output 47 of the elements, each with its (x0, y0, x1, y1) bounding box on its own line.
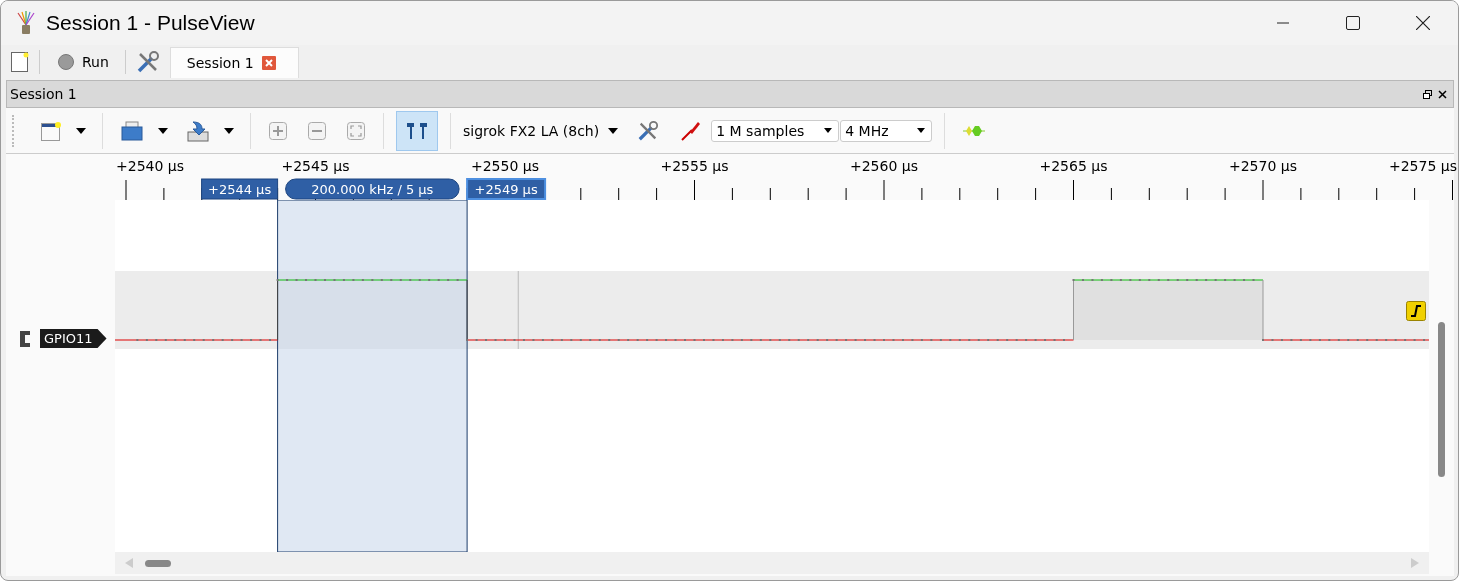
channel-grip-icon[interactable] (19, 329, 31, 348)
time-label: +2575 µs (1389, 158, 1457, 174)
caret-icon[interactable] (158, 127, 168, 134)
time-label: +2555 µs (660, 158, 729, 174)
close-icon (1416, 16, 1430, 30)
close-tab-icon[interactable] (261, 56, 276, 70)
vertical-scrollbar-thumb[interactable] (1438, 322, 1445, 477)
cursor-toggle-button[interactable] (396, 110, 438, 151)
folder-icon[interactable] (121, 120, 143, 141)
tools-icon[interactable] (637, 119, 660, 142)
time-label: +2545 µs (281, 158, 350, 174)
cursor-span-label[interactable]: 200.000 kHz / 5 µs (285, 178, 460, 200)
caret-icon (917, 128, 926, 133)
new-session-icon[interactable] (41, 120, 61, 141)
record-icon (58, 53, 74, 70)
zoom-out-icon[interactable] (308, 121, 326, 140)
time-label: +2550 µs (471, 158, 539, 174)
sample-count-dropdown[interactable]: 1 M samples (711, 119, 840, 142)
time-label: +2565 µs (1039, 158, 1108, 174)
time-label: +2560 µs (850, 158, 918, 174)
horizontal-scrollbar-thumb[interactable] (145, 559, 171, 567)
session-tab[interactable]: Session 1 (169, 47, 299, 78)
maximize-icon (1346, 16, 1360, 30)
sample-rate-dropdown[interactable]: 4 MHz (840, 119, 933, 142)
run-button[interactable]: Run (50, 51, 115, 72)
cursor-end-label[interactable]: +2549 µs (466, 178, 547, 200)
save-icon[interactable] (187, 119, 209, 142)
dock-title: Session 1 (10, 86, 77, 102)
caret-icon[interactable] (608, 127, 619, 134)
channel-label[interactable]: GPIO11 (40, 329, 107, 348)
close-icon[interactable] (1438, 89, 1447, 99)
zoom-in-icon[interactable] (269, 121, 287, 140)
rising-edge-trigger-icon[interactable] (1406, 301, 1426, 321)
caret-icon[interactable] (76, 127, 86, 134)
time-label: +2540 µs (116, 158, 184, 174)
new-document-icon[interactable] (11, 51, 29, 72)
app-icon (15, 11, 37, 35)
float-icon[interactable] (1423, 89, 1432, 99)
tools-icon[interactable] (135, 49, 160, 74)
cursor-start-label[interactable]: +2544 µs (201, 178, 279, 200)
cursors-icon (406, 121, 428, 140)
device-selector[interactable]: sigrok FX2 LA (8ch) (463, 122, 600, 139)
caret-icon[interactable] (224, 127, 234, 134)
time-label: +2570 µs (1229, 158, 1297, 174)
probe-icon[interactable] (680, 119, 703, 142)
caret-icon (824, 128, 833, 133)
window-title: Session 1 - PulseView (46, 11, 255, 35)
